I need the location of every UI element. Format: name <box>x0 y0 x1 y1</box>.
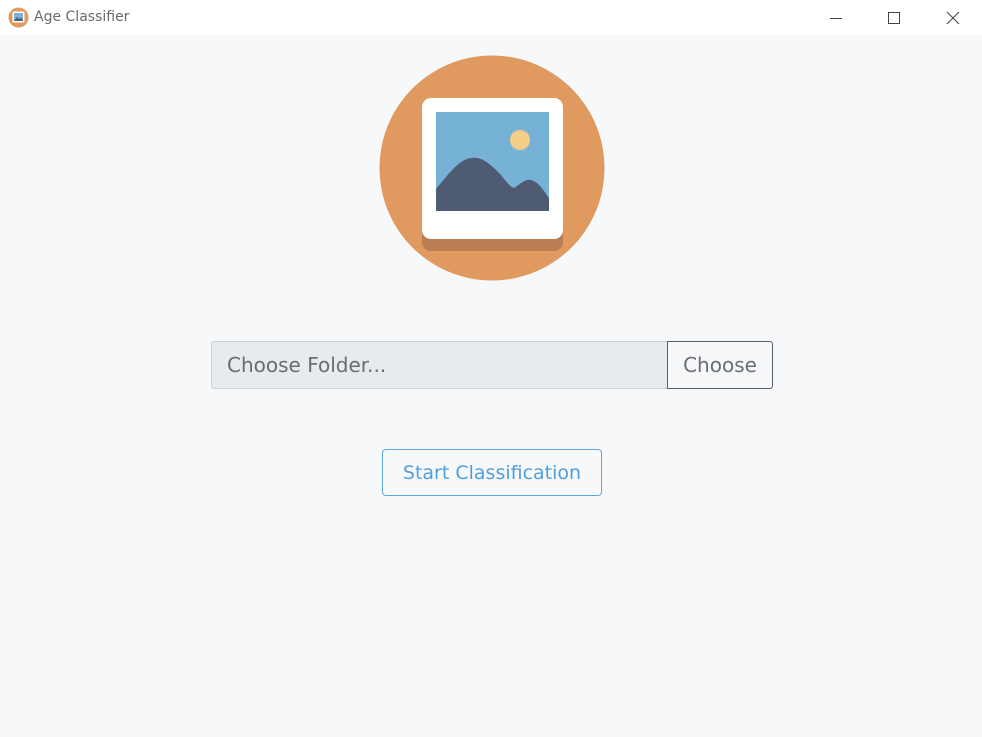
folder-path-input[interactable] <box>211 341 668 389</box>
maximize-button[interactable] <box>865 0 923 35</box>
close-icon <box>946 11 960 24</box>
title-bar[interactable]: Age Classifier <box>0 0 982 35</box>
app-window: Age Classifier Choose Folder... Choose S… <box>0 0 982 737</box>
minimize-icon <box>830 17 842 19</box>
minimize-button[interactable] <box>807 0 865 35</box>
maximize-icon <box>888 11 900 24</box>
app-icon <box>8 7 29 28</box>
choose-folder-button[interactable]: Choose <box>667 341 773 389</box>
image-icon <box>379 55 605 281</box>
start-classification-button[interactable]: Start Classification <box>382 449 602 496</box>
window-title: Age Classifier <box>34 9 130 25</box>
image-placeholder <box>379 55 605 281</box>
close-button[interactable] <box>924 0 982 35</box>
folder-chooser: Choose <box>211 341 774 389</box>
